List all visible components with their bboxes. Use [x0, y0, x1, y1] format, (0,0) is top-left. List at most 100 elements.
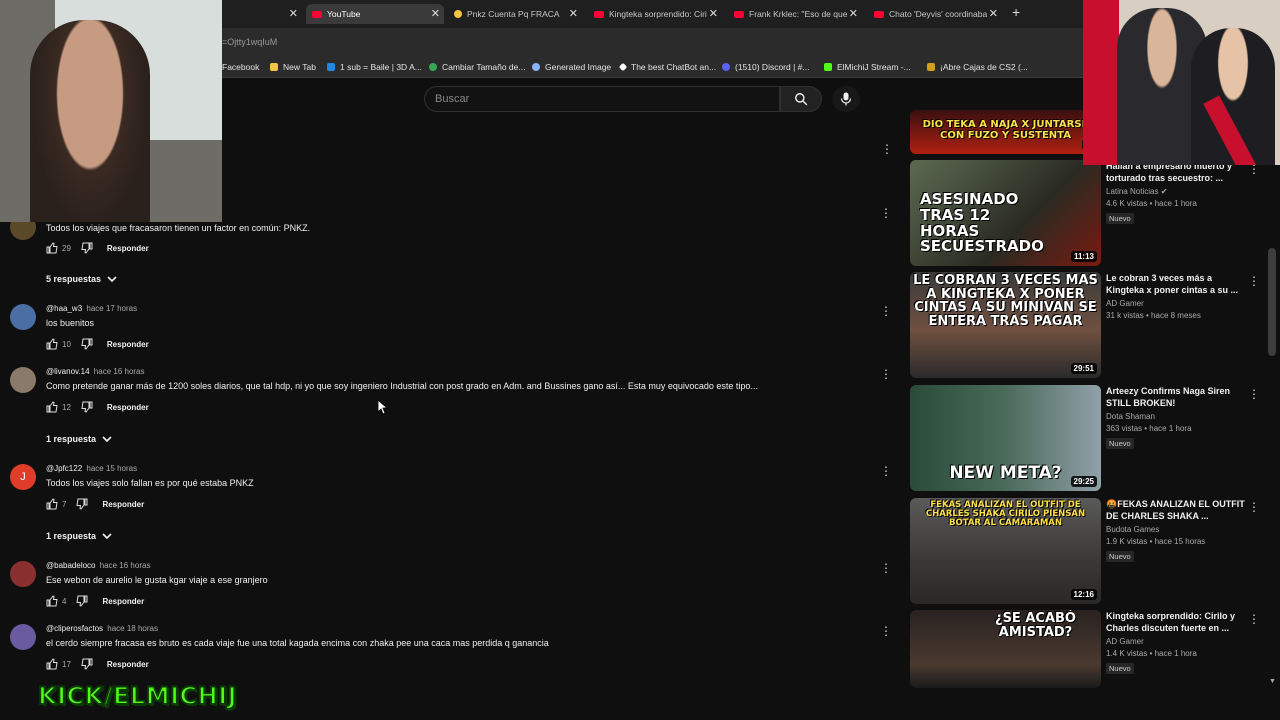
comment-menu-icon[interactable]: ⋮ [880, 561, 892, 575]
thumbs-down-icon[interactable] [81, 242, 93, 254]
comment-menu-icon[interactable]: ⋮ [880, 367, 892, 381]
search-box[interactable] [424, 86, 780, 112]
comment-author[interactable]: @babadeloco [46, 561, 96, 570]
bookmark-generated-image[interactable]: Generated Image [532, 62, 611, 72]
avatar[interactable] [10, 561, 36, 587]
thumbs-down-icon[interactable] [76, 595, 88, 607]
new-tab-button[interactable]: + [1012, 4, 1020, 20]
comment-menu-icon[interactable]: ⋮ [880, 464, 892, 478]
bookmark-cs2[interactable]: ¡Abre Cajas de CS2 (... [927, 62, 1028, 72]
recommended-video[interactable]: ¿SE ACABÓ AMISTAD? Kingteka sorprendido:… [910, 610, 1270, 688]
comment-time[interactable]: hace 17 horas [86, 304, 137, 313]
thumbs-up-icon[interactable] [46, 338, 58, 350]
comment-author[interactable]: @haa_w3 [46, 304, 82, 313]
video-thumbnail[interactable]: LE COBRAN 3 VECES MAS A KINGTEKA X PONER… [910, 272, 1101, 378]
bookmark-label: The best ChatBot an... [631, 62, 717, 72]
video-thumbnail[interactable]: NEW META? 29:25 [910, 385, 1101, 491]
comment-author[interactable]: @livanov.14 [46, 367, 90, 376]
recommended-video[interactable]: LE COBRAN 3 VECES MAS A KINGTEKA X PONER… [910, 272, 1270, 380]
bookmark-discord[interactable]: (1510) Discord | #... [722, 62, 810, 72]
video-info: Hallan a empresario muerto y torturado t… [1106, 160, 1246, 226]
reply-button[interactable]: Responder [107, 244, 149, 253]
video-channel[interactable]: AD Gamer [1106, 637, 1246, 646]
thumbs-up-icon[interactable] [46, 595, 58, 607]
reply-button[interactable]: Responder [107, 660, 149, 669]
replies-toggle[interactable]: 1 respuesta [46, 434, 112, 444]
bookmark-chatbot[interactable]: The best ChatBot an... [618, 62, 717, 72]
avatar[interactable]: J [10, 464, 36, 490]
video-title[interactable]: Le cobran 3 veces más a Kingteka x poner… [1106, 272, 1246, 296]
scroll-down-arrow-icon[interactable]: ▼ [1269, 678, 1276, 685]
video-thumbnail[interactable]: FEKAS ANALIZAN EL OUTFIT DE CHARLES SHAK… [910, 498, 1101, 604]
thumbs-down-icon[interactable] [81, 338, 93, 350]
comment-menu-icon[interactable]: ⋮ [880, 624, 892, 638]
recommended-video[interactable]: FEKAS ANALIZAN EL OUTFIT DE CHARLES SHAK… [910, 498, 1270, 606]
search-button[interactable] [780, 86, 822, 112]
avatar[interactable] [10, 304, 36, 330]
thumbs-down-icon[interactable] [76, 498, 88, 510]
bookmark-new-tab[interactable]: New Tab [270, 62, 316, 72]
video-channel[interactable]: AD Gamer [1106, 299, 1246, 308]
tab-youtube[interactable]: YouTube ✕ [306, 4, 444, 24]
thumbs-up-icon[interactable] [46, 658, 58, 670]
tab-chato[interactable]: Chato 'Deyvis' coordinaba ✕ [868, 4, 1002, 24]
bookmark-kick[interactable]: ElMichiJ Stream -... [824, 62, 911, 72]
tab-frank[interactable]: Frank Krklec: "Eso de que ✕ [728, 4, 862, 24]
thumbs-down-icon[interactable] [81, 658, 93, 670]
comment-time[interactable]: hace 18 horas [107, 624, 158, 633]
replies-toggle[interactable]: 5 respuestas [46, 274, 117, 284]
thumbs-down-icon[interactable] [81, 401, 93, 413]
comment-author[interactable]: @Jpfc122 [46, 464, 82, 473]
close-tab-icon[interactable]: ✕ [431, 7, 440, 20]
thumbs-up-icon[interactable] [46, 498, 58, 510]
thumbs-up-icon[interactable] [46, 242, 58, 254]
comment-time[interactable]: hace 15 horas [86, 464, 137, 473]
reply-button[interactable]: Responder [107, 340, 149, 349]
search-input[interactable] [425, 87, 779, 111]
comment-menu-icon[interactable]: ⋮ [881, 142, 893, 156]
comment-author[interactable]: @cliperosfactos [46, 624, 103, 633]
close-tab-icon[interactable]: ✕ [989, 7, 998, 20]
comment-time[interactable]: hace 16 horas [94, 367, 145, 376]
reply-button[interactable]: Responder [107, 403, 149, 412]
tab-kingteka[interactable]: Kingteka sorprendido: Ciri ✕ [588, 4, 722, 24]
reply-button[interactable]: Responder [102, 500, 144, 509]
close-tab-icon[interactable]: ✕ [289, 7, 298, 20]
video-menu-icon[interactable]: ⋮ [1248, 274, 1260, 288]
like-count: 17 [62, 659, 71, 669]
tab-pnkz[interactable]: Pnkz Cuenta Pq FRACA ✕ [448, 4, 582, 24]
video-thumbnail[interactable]: ¿SE ACABÓ AMISTAD? [910, 610, 1101, 688]
new-badge: Nuevo [1106, 663, 1134, 675]
video-menu-icon[interactable]: ⋮ [1248, 612, 1260, 626]
recommended-video[interactable]: NEW META? 29:25 Arteezy Confirms Naga Si… [910, 385, 1270, 493]
voice-search-button[interactable] [832, 86, 860, 112]
video-thumbnail[interactable]: ASESINADO TRAS 12 HORAS SECUESTRADO 11:1… [910, 160, 1101, 266]
video-menu-icon[interactable]: ⋮ [1248, 387, 1260, 401]
bookmark-facebook[interactable]: Facebook [222, 62, 259, 72]
url-text[interactable]: =Ojtty1wqIuM [222, 37, 277, 47]
video-title[interactable]: Arteezy Confirms Naga Siren STILL BROKEN… [1106, 385, 1246, 409]
video-thumbnail[interactable]: DIO TEKA A NAJA X JUNTARSE CON FUZO Y SU… [910, 110, 1101, 154]
recommended-video[interactable]: ASESINADO TRAS 12 HORAS SECUESTRADO 11:1… [910, 160, 1270, 268]
close-tab-icon[interactable]: ✕ [849, 7, 858, 20]
comment-time[interactable]: hace 16 horas [100, 561, 151, 570]
close-tab-icon[interactable]: ✕ [569, 7, 578, 20]
comment-menu-icon[interactable]: ⋮ [880, 304, 892, 318]
video-title[interactable]: Kingteka sorprendido: Cirilo y Charles d… [1106, 610, 1246, 634]
bookmark-baile[interactable]: 1 sub = Baile | 3D A... [327, 62, 422, 72]
close-tab-icon[interactable]: ✕ [709, 7, 718, 20]
avatar[interactable] [10, 624, 36, 650]
reply-button[interactable]: Responder [102, 597, 144, 606]
video-channel[interactable]: Budota Games [1106, 525, 1246, 534]
video-channel[interactable]: Latina Noticias ✔ [1106, 187, 1246, 196]
thumbs-up-icon[interactable] [46, 401, 58, 413]
video-menu-icon[interactable]: ⋮ [1248, 500, 1260, 514]
replies-toggle[interactable]: 1 respuesta [46, 531, 112, 541]
comment-menu-icon[interactable]: ⋮ [880, 206, 892, 220]
bookmark-cambiar[interactable]: Cambiar Tamaño de... [429, 62, 525, 72]
video-title[interactable]: 🤬FEKAS ANALIZAN EL OUTFIT DE CHARLES SHA… [1106, 498, 1246, 522]
tab-0[interactable]: ✕ [222, 4, 302, 24]
avatar[interactable] [10, 367, 36, 393]
scrollbar[interactable] [1268, 248, 1276, 356]
video-channel[interactable]: Dota Shaman [1106, 412, 1246, 421]
